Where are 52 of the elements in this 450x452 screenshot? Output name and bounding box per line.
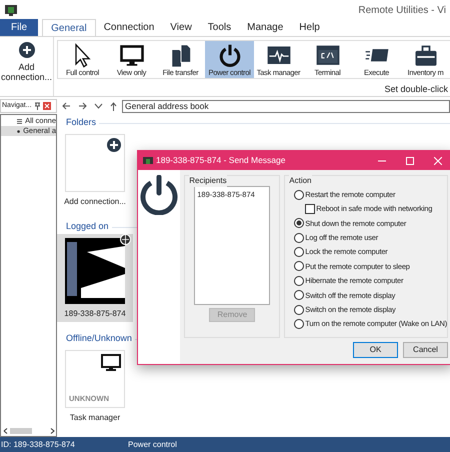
app-icon xyxy=(4,3,18,17)
close-icon xyxy=(42,102,51,110)
ribbon-tab[interactable]: View xyxy=(162,19,200,36)
app-icon xyxy=(143,156,153,166)
radio-button[interactable] xyxy=(294,218,304,228)
horizontal-scrollbar xyxy=(1,427,56,435)
forward-arrow-icon xyxy=(78,102,87,110)
terminal-icon xyxy=(314,43,342,68)
radio-button[interactable] xyxy=(294,290,304,300)
group-label: Recipients xyxy=(189,175,227,187)
status-text: ID: 189-338-875-874 xyxy=(0,438,76,450)
radio-button[interactable] xyxy=(294,261,304,272)
ribbon-tab[interactable]: File xyxy=(0,19,38,36)
add-connection-button[interactable]: Add connection... xyxy=(0,37,54,96)
status-text: Power control xyxy=(128,438,177,450)
group-heading: Offline/Unknown xyxy=(66,332,132,346)
radio-button[interactable] xyxy=(294,319,304,330)
monitor-icon xyxy=(101,354,121,372)
list-icon xyxy=(17,118,22,124)
up-arrow-icon xyxy=(110,102,117,110)
dialog-button[interactable]: OK xyxy=(353,342,398,358)
radio-button[interactable] xyxy=(294,247,304,258)
close-icon[interactable] xyxy=(434,156,442,164)
back-arrow-icon xyxy=(62,102,71,110)
address-field[interactable]: General address book xyxy=(122,100,450,112)
ribbon-tab[interactable]: Connection xyxy=(96,19,162,36)
radio-button[interactable] xyxy=(294,190,304,200)
pin-icon xyxy=(34,102,41,110)
radio-button[interactable] xyxy=(294,304,304,315)
ribbon-tab[interactable]: Help xyxy=(291,19,328,36)
radio-button[interactable] xyxy=(294,232,304,243)
group-heading: Folders xyxy=(66,116,96,130)
dialog-title: 189-338-875-874 - Send Message xyxy=(156,154,286,167)
ribbon-tab[interactable]: General xyxy=(42,19,96,36)
group-heading: Logged on xyxy=(66,220,109,234)
globe-icon xyxy=(120,234,131,245)
checkbox[interactable] xyxy=(305,204,316,214)
dot-icon xyxy=(17,128,20,134)
plus-icon xyxy=(107,138,121,152)
ribbon-tab[interactable]: Tools xyxy=(200,19,240,36)
window-title: Remote Utilities - Vi xyxy=(358,4,446,18)
ribbon-tab[interactable]: Manage xyxy=(239,19,292,36)
monitor-icon xyxy=(118,43,146,68)
plus-icon xyxy=(18,42,34,58)
desktop-screenshot xyxy=(65,238,125,304)
maximize-icon[interactable] xyxy=(406,156,414,164)
ribbon-hint: Set double-click xyxy=(384,82,448,96)
chevron-down-icon xyxy=(94,103,103,109)
power-icon xyxy=(139,175,180,215)
connection-tile[interactable]: 189-338-875-874 xyxy=(57,234,133,322)
dialog-button[interactable]: Cancel xyxy=(403,342,448,358)
radio-button[interactable] xyxy=(294,276,304,286)
